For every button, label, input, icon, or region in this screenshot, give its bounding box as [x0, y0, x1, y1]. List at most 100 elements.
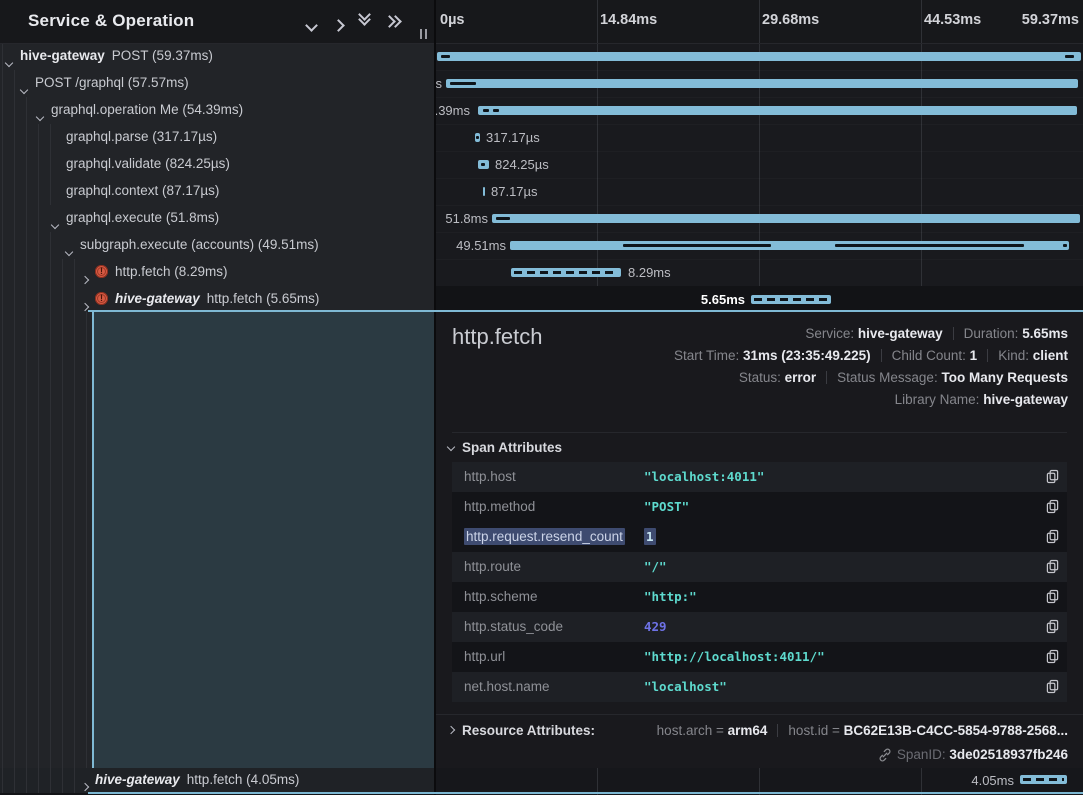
chevron-down-icon[interactable]	[21, 80, 27, 98]
span-attributes-header[interactable]: Span Attributes	[448, 440, 562, 455]
duration-label: 87.17µs	[491, 184, 538, 199]
span-label: POST (59.37ms)	[112, 48, 213, 63]
chevron-down-icon[interactable]	[66, 242, 72, 260]
span-bar[interactable]	[483, 187, 485, 196]
meta-label: Duration:	[964, 326, 1019, 341]
span-bar[interactable]	[437, 52, 1081, 61]
meta-value: hive-gateway	[858, 326, 943, 341]
tree-header-title: Service & Operation	[28, 11, 194, 31]
collapse-all-icon[interactable]	[360, 14, 369, 24]
span-label: graphql.validate (824.25µs)	[66, 156, 230, 171]
waterfall-row: 51.8ms	[436, 205, 1083, 233]
panel-splitter[interactable]	[434, 0, 436, 795]
tree-row[interactable]: subgraph.execute (accounts) (49.51ms)	[0, 232, 434, 259]
attribute-key: http.scheme	[464, 589, 538, 604]
copy-icon[interactable]	[1046, 499, 1059, 514]
span-label: http.fetch (8.29ms)	[115, 264, 228, 279]
duration-label: 4.05ms	[971, 773, 1014, 788]
meta-label: Service:	[805, 326, 854, 341]
attribute-row-selected: http.request.resend_count 1	[452, 522, 1067, 552]
attribute-value: 429	[644, 619, 667, 634]
attribute-value: "http:"	[644, 589, 697, 604]
duration-label: 824.25µs	[495, 157, 549, 172]
span-bar[interactable]	[475, 133, 480, 142]
copy-icon[interactable]	[1046, 559, 1059, 574]
span-bar[interactable]	[478, 106, 1077, 115]
duration-label: 317.17µs	[486, 130, 540, 145]
resource-attributes-header[interactable]: Resource Attributes:	[448, 723, 595, 738]
span-id-label: SpanID:	[897, 747, 946, 762]
span-attributes-table: http.host "localhost:4011" http.method "…	[452, 462, 1067, 702]
span-bar[interactable]	[1020, 775, 1067, 784]
copy-icon[interactable]	[1046, 619, 1059, 634]
collapse-one-icon[interactable]	[307, 17, 316, 35]
attribute-value: "/"	[644, 559, 667, 574]
indent-guides	[0, 205, 46, 232]
span-bar[interactable]	[446, 79, 1078, 88]
waterfall-row: 54.39ms	[436, 97, 1083, 125]
tree-row[interactable]: graphql.execute (51.8ms)	[0, 205, 434, 232]
copy-icon[interactable]	[1046, 469, 1059, 484]
selected-span-block	[92, 312, 436, 768]
span-bar[interactable]	[511, 268, 621, 277]
span-label: POST /graphql (57.57ms)	[35, 75, 189, 90]
attribute-value: "http://localhost:4011/"	[644, 649, 825, 664]
selected-row-rule	[88, 310, 1083, 312]
service-name: hive-gateway	[115, 291, 200, 306]
chevron-down-icon[interactable]	[37, 107, 43, 125]
resource-value: arm64	[728, 723, 768, 738]
chevron-down-icon[interactable]	[52, 215, 58, 233]
gridline	[759, 768, 760, 795]
ruler-tick: 44.53ms	[924, 12, 981, 28]
tree-row[interactable]: hive-gatewayhttp.fetch (4.05ms)	[0, 768, 434, 793]
span-label: graphql.execute (51.8ms)	[66, 210, 219, 225]
waterfall-row: 87.17µs	[436, 178, 1083, 206]
resource-value: BC62E13B-C4CC-5854-9788-2568...	[844, 723, 1068, 738]
meta-value: Too Many Requests	[941, 370, 1068, 385]
meta-value: hive-gateway	[983, 392, 1068, 407]
tree-row-root-span[interactable]: hive-gateway POST (59.37ms)	[0, 43, 434, 70]
span-bar[interactable]	[492, 214, 1080, 223]
tree-row[interactable]: graphql.context (87.17µs)	[0, 178, 434, 205]
copy-icon[interactable]	[1046, 679, 1059, 694]
service-name: hive-gateway	[20, 48, 105, 63]
tree-row[interactable]: graphql.operation Me (54.39ms)	[0, 97, 434, 124]
ruler-tick: 59.37ms	[1022, 12, 1079, 28]
tree-row[interactable]: POST /graphql (57.57ms)	[0, 70, 434, 97]
splitter-handle-icon[interactable]	[420, 26, 430, 44]
tree-row[interactable]: graphql.validate (824.25µs)	[0, 151, 434, 178]
section-separator	[452, 432, 1067, 433]
duration-label: 49.51ms	[456, 238, 506, 253]
link-icon[interactable]	[878, 748, 892, 762]
copy-icon[interactable]	[1046, 589, 1059, 604]
chevron-down-icon[interactable]	[6, 53, 12, 71]
span-detail-title: http.fetch	[452, 324, 543, 350]
copy-icon[interactable]	[1046, 529, 1059, 544]
resource-key: host.arch	[657, 723, 713, 738]
span-label: subgraph.execute (accounts) (49.51ms)	[80, 237, 319, 252]
tree-row[interactable]: graphql.parse (317.17µs)	[0, 124, 434, 151]
waterfall: 57.57ms 54.39ms 317.17µs 824.25µs 87.17µ…	[436, 43, 1083, 313]
indent-guides	[0, 259, 76, 286]
span-bar[interactable]	[751, 295, 831, 304]
attribute-key: http.request.resend_count	[464, 529, 625, 544]
span-id: SpanID: 3de02518937fb246	[878, 747, 1068, 762]
meta-label: Child Count:	[892, 348, 966, 363]
tree-row-selected[interactable]: hive-gatewayhttp.fetch (5.65ms)	[0, 286, 434, 312]
meta-label: Start Time:	[674, 348, 739, 363]
expand-one-icon[interactable]	[334, 17, 343, 35]
span-bar[interactable]	[478, 160, 489, 169]
waterfall-row: 49.51ms	[436, 232, 1083, 260]
gridline	[597, 768, 598, 795]
attribute-value: "localhost"	[644, 679, 727, 694]
indent-guides	[0, 70, 16, 97]
bottom-row-rule	[88, 792, 1083, 794]
attribute-row: http.route "/"	[452, 552, 1067, 582]
expand-all-icon[interactable]	[388, 17, 400, 26]
ruler-tick: 29.68ms	[762, 12, 819, 28]
span-bar[interactable]	[510, 241, 1069, 250]
ruler-tick: 14.84ms	[600, 12, 657, 28]
tree-row[interactable]: http.fetch (8.29ms)	[0, 259, 434, 286]
attribute-key: http.status_code	[464, 619, 563, 634]
copy-icon[interactable]	[1046, 649, 1059, 664]
